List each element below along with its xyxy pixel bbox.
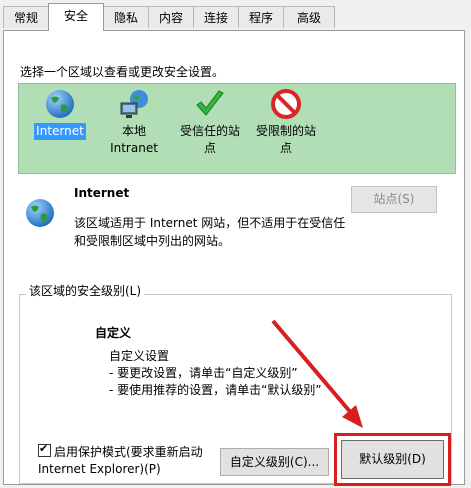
zone-local-intranet[interactable]: 本地 Intranet — [92, 88, 176, 157]
local-intranet-icon — [120, 90, 148, 118]
tab-general[interactable]: 常规 — [3, 6, 49, 28]
globe-icon — [46, 90, 74, 118]
zone-restricted-sites[interactable]: 受限制的站 点 — [244, 88, 328, 157]
sites-button[interactable]: 站点(S) — [351, 186, 437, 213]
tab-content[interactable]: 内容 — [148, 6, 194, 28]
protected-mode-row[interactable]: ✔ 启用保护模式(要求重新启动 Internet Explorer)(P) — [38, 442, 203, 478]
protected-mode-checkbox[interactable]: ✔ — [38, 442, 51, 457]
checkmark-icon: ✔ — [39, 442, 49, 455]
zone-trusted-sites-label: 受信任的站 点 — [179, 124, 240, 155]
globe-icon — [26, 199, 54, 227]
zone-trusted-sites[interactable]: 受信任的站 点 — [168, 88, 252, 157]
custom-level-button[interactable]: 自定义级别(C)... — [220, 448, 329, 476]
zone-internet-label: Internet — [34, 123, 86, 140]
zone-internet[interactable]: Internet — [18, 88, 102, 140]
checkmark-icon — [196, 90, 224, 116]
zone-instruction: 选择一个区域以查看或更改安全设置。 — [20, 65, 225, 79]
level-description: 自定义设置 - 要更改设置，请单击“自定义级别” - 要使用推荐的设置，请单击“… — [109, 349, 322, 397]
selected-zone-title: Internet — [74, 186, 130, 200]
highlight-box — [334, 433, 451, 486]
tab-bar: 常规 安全 隐私 内容 连接 程序 高级 — [0, 0, 471, 31]
tab-security[interactable]: 安全 — [48, 3, 104, 31]
tab-programs[interactable]: 程序 — [238, 6, 284, 28]
tab-advanced[interactable]: 高级 — [283, 6, 335, 28]
restricted-icon — [271, 89, 301, 119]
tab-privacy[interactable]: 隐私 — [103, 6, 149, 28]
zone-restricted-sites-label: 受限制的站 点 — [255, 124, 316, 155]
tab-connections[interactable]: 连接 — [193, 6, 239, 28]
zone-local-intranet-label: 本地 Intranet — [110, 124, 158, 155]
security-level-label: 该区域的安全级别(L) — [26, 282, 145, 299]
level-name: 自定义 — [95, 326, 132, 340]
selected-zone-description: 该区域适用于 Internet 网站，但不适用于在受信任 和受限制区域中列出的网… — [74, 216, 346, 248]
protected-mode-label: 启用保护模式(要求重新启动 Internet Explorer)(P) — [38, 445, 203, 476]
